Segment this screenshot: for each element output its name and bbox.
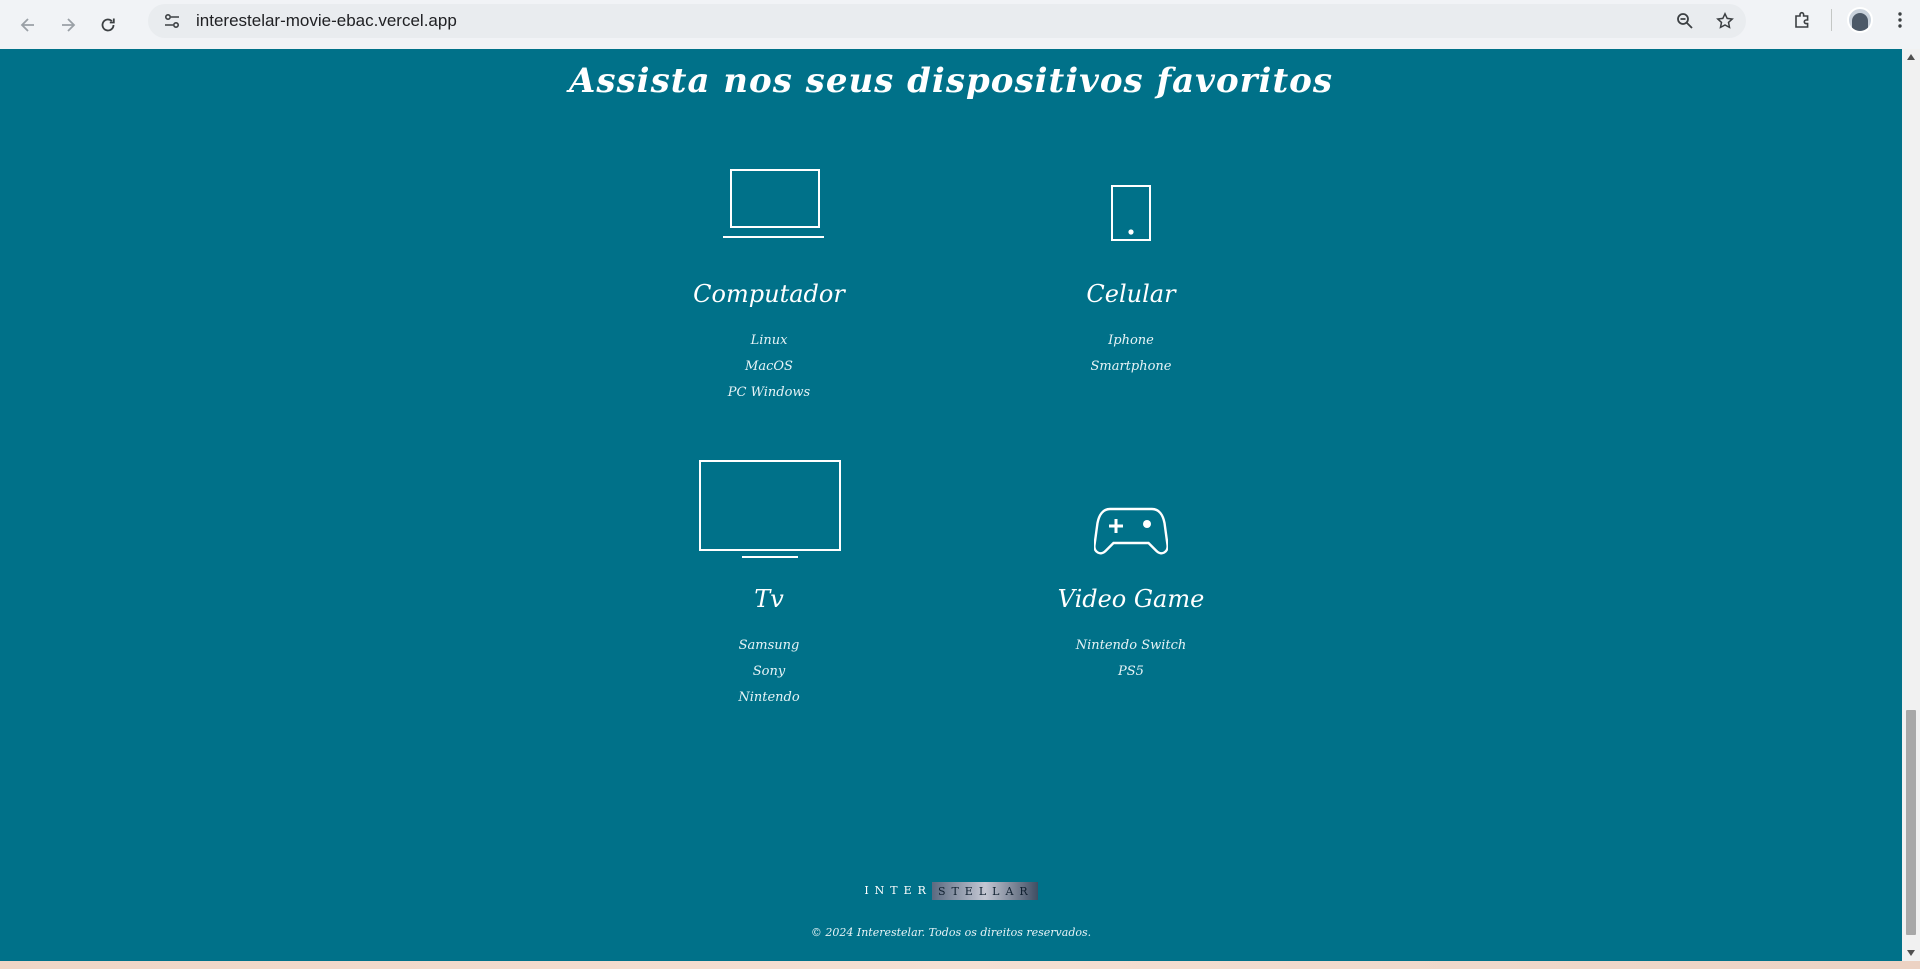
list-item: PS5 [1118, 664, 1144, 679]
arrow-left-icon [20, 17, 34, 32]
kebab-menu-icon [1898, 12, 1902, 28]
list-item: Linux [750, 333, 788, 348]
device-tv: Tv Samsung Sony Nintendo [619, 459, 919, 711]
device-list: Samsung Sony Nintendo [619, 633, 919, 711]
laptop-icon [619, 164, 919, 244]
list-item: Nintendo [738, 690, 800, 705]
device-celular: Celular Iphone Smartphone [981, 164, 1281, 380]
device-list: Nintendo Switch PS5 [981, 633, 1281, 685]
profile-button[interactable] [1840, 0, 1880, 40]
zoom-icon [1677, 13, 1693, 29]
url-text[interactable]: interestelar-movie-ebac.vercel.app [196, 11, 457, 31]
avatar [1847, 7, 1873, 33]
scroll-thumb[interactable] [1906, 710, 1916, 935]
tv-icon [619, 459, 919, 559]
gamepad-icon [981, 459, 1281, 559]
address-bar[interactable]: interestelar-movie-ebac.vercel.app [148, 4, 1746, 38]
bookmark-button[interactable] [1710, 6, 1740, 36]
page-scrollbar[interactable] [1902, 49, 1920, 961]
star-icon [1716, 12, 1734, 29]
list-item: PC Windows [727, 385, 811, 400]
device-list: Linux MacOS PC Windows [619, 328, 919, 406]
list-item: Nintendo Switch [1075, 638, 1187, 653]
phone-icon [981, 164, 1281, 244]
logo-text-right: STELLAR [931, 881, 1038, 900]
tune-icon [164, 13, 180, 29]
section-heading: Assista nos seus dispositivos favoritos [569, 61, 1333, 101]
footer-logo: INTER STELLAR [0, 879, 1902, 901]
devices-section: Assista nos seus dispositivos favoritos … [0, 49, 1902, 961]
zoom-button[interactable] [1670, 6, 1700, 36]
device-title: Computador [693, 280, 845, 308]
device-title: Celular [1086, 280, 1176, 308]
toolbar-separator [1831, 9, 1832, 31]
list-item: Samsung [738, 638, 800, 653]
device-list: Iphone Smartphone [981, 328, 1281, 380]
browser-toolbar: interestelar-movie-ebac.vercel.app [0, 0, 1920, 49]
copyright-text: © 2024 Interestelar. Todos os direitos r… [810, 926, 1092, 939]
logo-text-left: INTER [864, 884, 932, 897]
triangle-down-icon [1907, 950, 1915, 956]
list-item: Iphone [1108, 333, 1154, 348]
chrome-menu-button[interactable] [1880, 0, 1920, 40]
device-title: Video Game [1057, 585, 1205, 613]
list-item: Sony [752, 664, 786, 679]
back-button[interactable] [8, 5, 48, 45]
list-item: MacOS [745, 359, 793, 374]
puzzle-icon [1795, 11, 1809, 28]
scroll-up-button[interactable] [1902, 49, 1920, 65]
reload-icon [101, 18, 115, 31]
site-info-button[interactable] [154, 4, 190, 38]
forward-button[interactable] [48, 5, 88, 45]
device-computador: Computador Linux MacOS PC Windows [619, 164, 919, 406]
scroll-down-button[interactable] [1902, 945, 1920, 961]
reload-button[interactable] [88, 5, 128, 45]
list-item: Smartphone [1090, 359, 1172, 374]
next-section-edge [0, 961, 1920, 969]
device-video-game: Video Game Nintendo Switch PS5 [981, 459, 1281, 685]
device-title: Tv [754, 585, 784, 613]
triangle-up-icon [1907, 54, 1915, 60]
arrow-right-icon [62, 17, 76, 32]
extensions-button[interactable] [1783, 0, 1823, 40]
